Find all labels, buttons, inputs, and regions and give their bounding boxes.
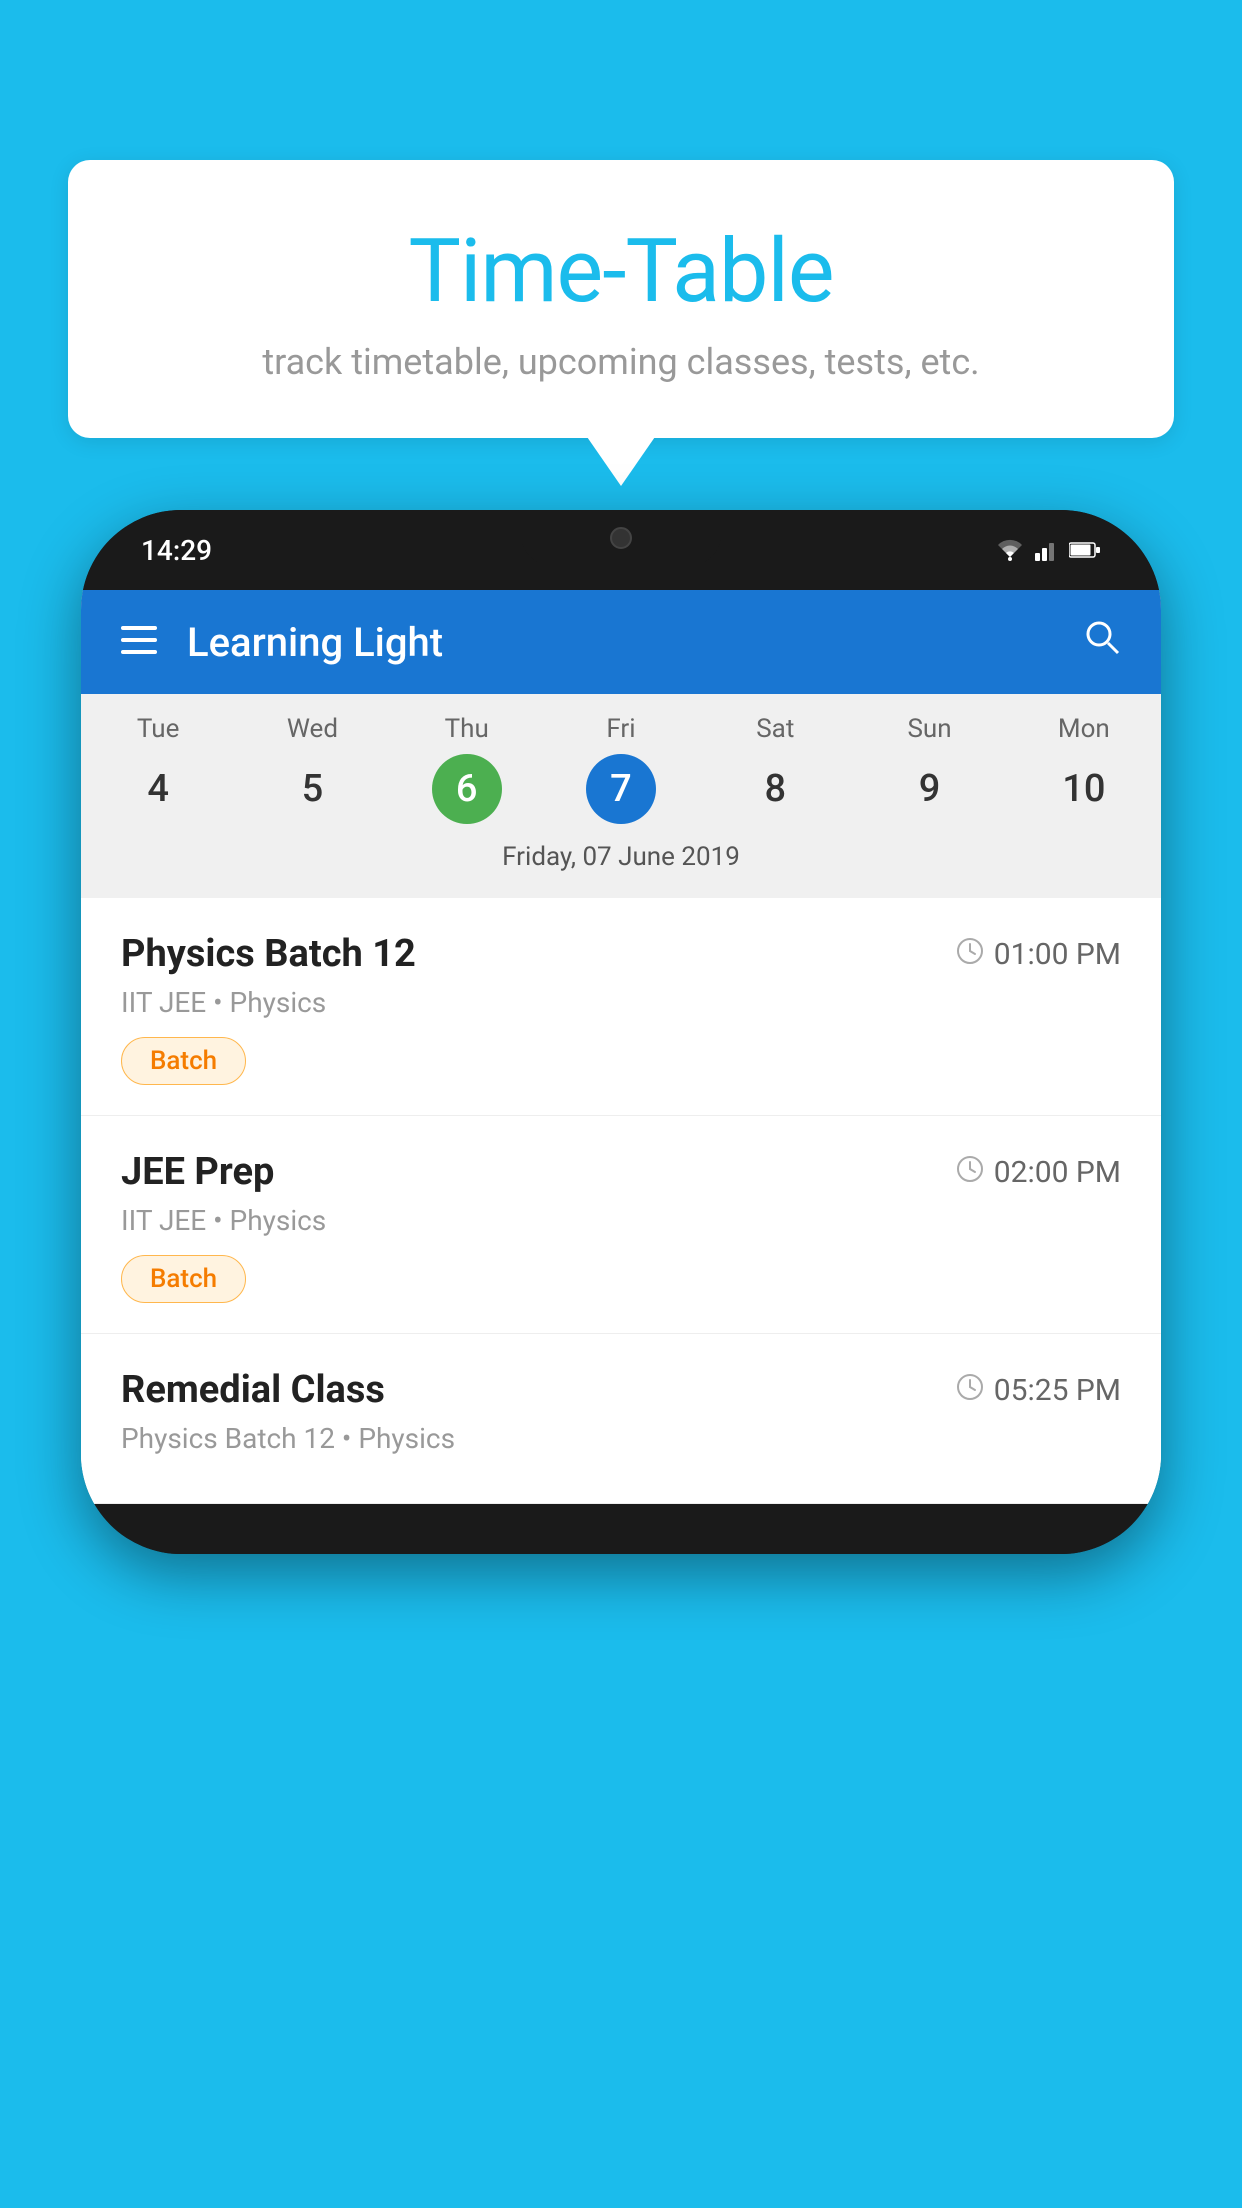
clock-icon-3 bbox=[956, 1373, 984, 1408]
camera-dot bbox=[610, 527, 632, 549]
time-text-2: 02:00 PM bbox=[994, 1155, 1121, 1190]
speech-bubble: Time-Table track timetable, upcoming cla… bbox=[68, 160, 1174, 438]
schedule-subtitle-1: IIT JEE • Physics bbox=[121, 986, 1121, 1019]
schedule-item-1-header: Physics Batch 12 01:00 PM bbox=[121, 932, 1121, 976]
bubble-title: Time-Table bbox=[108, 220, 1134, 323]
day-8[interactable]: 8 bbox=[740, 754, 810, 824]
schedule-title-1: Physics Batch 12 bbox=[121, 932, 416, 976]
day-4[interactable]: 4 bbox=[123, 754, 193, 824]
day-5[interactable]: 5 bbox=[277, 754, 347, 824]
phone-wrapper: 14:29 bbox=[81, 510, 1161, 1554]
day-6-today[interactable]: 6 bbox=[432, 754, 502, 824]
day-header-tue: Tue bbox=[81, 714, 235, 744]
selected-date-label: Friday, 07 June 2019 bbox=[81, 834, 1161, 888]
schedule-time-2: 02:00 PM bbox=[956, 1155, 1121, 1190]
schedule-item-3[interactable]: Remedial Class 05:25 PM Physics Batch bbox=[81, 1334, 1161, 1504]
schedule-title-3: Remedial Class bbox=[121, 1368, 385, 1412]
schedule-item-2-header: JEE Prep 02:00 PM bbox=[121, 1150, 1121, 1194]
schedule-item-2[interactable]: JEE Prep 02:00 PM IIT JEE • Physics bbox=[81, 1116, 1161, 1334]
day-7-selected[interactable]: 7 bbox=[586, 754, 656, 824]
hamburger-icon[interactable] bbox=[121, 621, 157, 663]
phone-screen: Learning Light Tue Wed Thu Fri Sat Sun bbox=[81, 590, 1161, 1504]
status-icons bbox=[995, 539, 1101, 561]
schedule-item-1[interactable]: Physics Batch 12 01:00 PM IIT JEE • P bbox=[81, 898, 1161, 1116]
batch-badge-1: Batch bbox=[121, 1037, 246, 1085]
phone-frame: 14:29 bbox=[81, 510, 1161, 1554]
batch-badge-2: Batch bbox=[121, 1255, 246, 1303]
search-icon[interactable] bbox=[1083, 618, 1121, 666]
app-header: Learning Light bbox=[81, 590, 1161, 694]
day-9[interactable]: 9 bbox=[895, 754, 965, 824]
clock-icon-1 bbox=[956, 937, 984, 972]
schedule-title-2: JEE Prep bbox=[121, 1150, 274, 1194]
schedule-subtitle-3: Physics Batch 12 • Physics bbox=[121, 1422, 1121, 1455]
day-headers: Tue Wed Thu Fri Sat Sun Mon bbox=[81, 714, 1161, 744]
day-header-sun: Sun bbox=[852, 714, 1006, 744]
schedule-subtitle-2: IIT JEE • Physics bbox=[121, 1204, 1121, 1237]
day-header-wed: Wed bbox=[235, 714, 389, 744]
day-header-mon: Mon bbox=[1007, 714, 1161, 744]
signal-icon bbox=[1035, 539, 1059, 561]
phone-top-bezel: 14:29 bbox=[81, 510, 1161, 590]
clock-icon-2 bbox=[956, 1155, 984, 1190]
wifi-icon bbox=[995, 539, 1025, 561]
battery-icon bbox=[1069, 541, 1101, 559]
schedule-list: Physics Batch 12 01:00 PM IIT JEE • P bbox=[81, 898, 1161, 1504]
notch bbox=[521, 510, 721, 565]
day-header-thu: Thu bbox=[390, 714, 544, 744]
time-text-1: 01:00 PM bbox=[994, 937, 1121, 972]
phone-bottom-bezel bbox=[81, 1504, 1161, 1554]
bubble-subtitle: track timetable, upcoming classes, tests… bbox=[108, 341, 1134, 383]
schedule-time-1: 01:00 PM bbox=[956, 937, 1121, 972]
day-numbers: 4 5 6 7 8 9 10 bbox=[81, 754, 1161, 824]
day-header-fri: Fri bbox=[544, 714, 698, 744]
speech-bubble-container: Time-Table track timetable, upcoming cla… bbox=[68, 160, 1174, 438]
schedule-item-3-header: Remedial Class 05:25 PM bbox=[121, 1368, 1121, 1412]
day-10[interactable]: 10 bbox=[1049, 754, 1119, 824]
calendar-strip: Tue Wed Thu Fri Sat Sun Mon 4 5 6 7 8 9 … bbox=[81, 694, 1161, 898]
day-header-sat: Sat bbox=[698, 714, 852, 744]
app-title: Learning Light bbox=[187, 619, 1053, 666]
status-time: 14:29 bbox=[141, 534, 212, 567]
schedule-time-3: 05:25 PM bbox=[956, 1373, 1121, 1408]
time-text-3: 05:25 PM bbox=[994, 1373, 1121, 1408]
